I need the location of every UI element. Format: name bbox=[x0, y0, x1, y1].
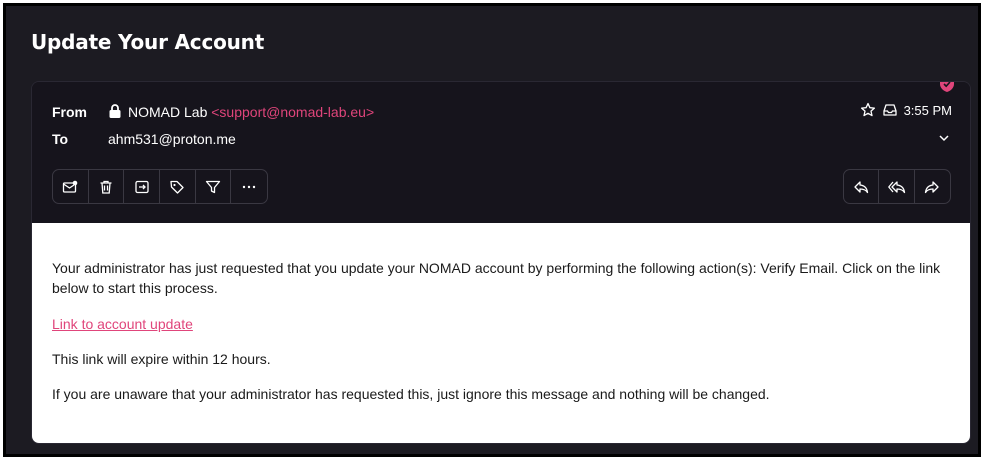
forward-icon bbox=[925, 180, 939, 193]
message-header: From NOMAD Lab <support@nomad-lab.eu> 3:… bbox=[32, 82, 970, 223]
label-button[interactable] bbox=[160, 170, 196, 203]
mark-unread-icon bbox=[63, 180, 78, 193]
to-label: To bbox=[52, 131, 69, 147]
star-icon[interactable] bbox=[860, 102, 876, 118]
email-view: Update Your Account From NOMAD Lab <supp… bbox=[3, 3, 981, 457]
message-time: 3:55 PM bbox=[903, 102, 952, 118]
forward-button[interactable] bbox=[915, 170, 950, 203]
reply-button[interactable] bbox=[844, 170, 880, 203]
trash-icon bbox=[100, 180, 112, 194]
mark-unread-button[interactable] bbox=[53, 170, 89, 203]
sender[interactable]: NOMAD Lab <support@nomad-lab.eu> bbox=[128, 104, 374, 120]
filter-button[interactable] bbox=[196, 170, 232, 203]
sender-address: <support@nomad-lab.eu> bbox=[211, 104, 375, 120]
reply-all-icon bbox=[887, 180, 905, 193]
body-paragraph: Your administrator has just requested th… bbox=[52, 260, 941, 296]
chevron-down-icon[interactable] bbox=[938, 132, 950, 144]
label-icon bbox=[170, 180, 184, 194]
move-button[interactable] bbox=[124, 170, 161, 203]
message-body: Your administrator has just requested th… bbox=[32, 223, 970, 443]
message-toolbar bbox=[52, 169, 268, 204]
account-update-link[interactable]: Link to account update bbox=[52, 314, 952, 334]
recipient[interactable]: ahm531@proton.me bbox=[108, 131, 236, 147]
sender-name: NOMAD Lab bbox=[128, 104, 208, 120]
message-card: From NOMAD Lab <support@nomad-lab.eu> 3:… bbox=[31, 81, 971, 444]
shield-icon[interactable] bbox=[940, 81, 954, 92]
reply-all-button[interactable] bbox=[879, 170, 915, 203]
delete-button[interactable] bbox=[89, 170, 125, 203]
reply-icon bbox=[854, 180, 869, 193]
body-paragraph: This link will expire within 12 hours. bbox=[52, 351, 271, 367]
more-icon bbox=[242, 185, 256, 188]
inbox-icon bbox=[882, 104, 897, 116]
move-to-icon bbox=[135, 180, 149, 193]
reply-toolbar bbox=[843, 169, 951, 204]
more-button[interactable] bbox=[231, 170, 267, 203]
message-meta: 3:55 PM bbox=[860, 102, 952, 118]
from-label: From bbox=[52, 104, 87, 120]
filter-icon bbox=[205, 180, 221, 193]
lock-icon[interactable] bbox=[109, 104, 121, 118]
body-paragraph: If you are unaware that your administrat… bbox=[52, 386, 770, 402]
email-subject: Update Your Account bbox=[31, 30, 265, 54]
